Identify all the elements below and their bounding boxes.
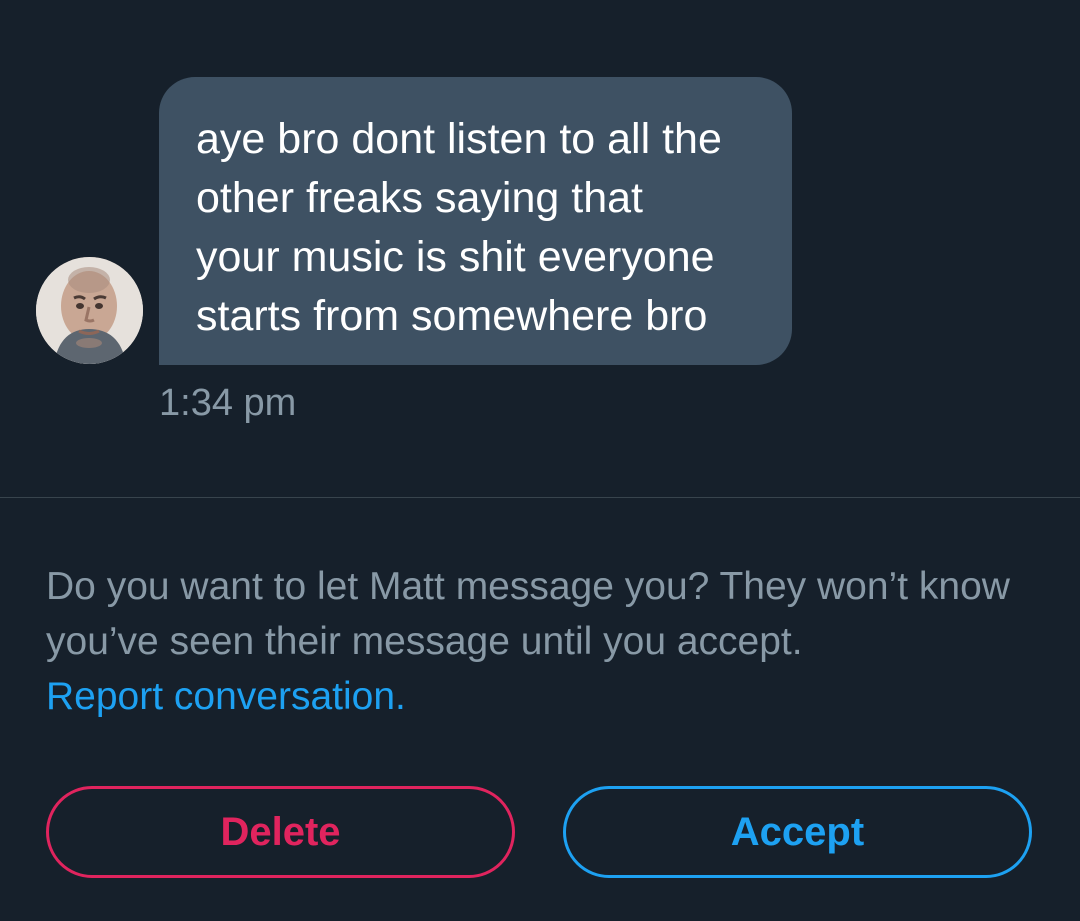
- message-timestamp: 1:34 pm: [159, 382, 297, 424]
- profile-photo-icon: [36, 257, 143, 364]
- conversation-thread: aye bro dont listen to all the other fre…: [0, 0, 1080, 497]
- message-bubble[interactable]: aye bro dont listen to all the other fre…: [159, 77, 792, 365]
- delete-button[interactable]: Delete: [46, 786, 515, 878]
- message-request-panel: Do you want to let Matt message you? The…: [0, 498, 1080, 921]
- sender-avatar[interactable]: [36, 257, 143, 364]
- report-conversation-link[interactable]: Report conversation.: [46, 675, 406, 718]
- message-request-description: Do you want to let Matt message you? The…: [46, 559, 1036, 724]
- accept-button[interactable]: Accept: [563, 786, 1032, 878]
- message-text: aye bro dont listen to all the other fre…: [196, 115, 722, 340]
- message-request-prompt: Do you want to let Matt message you? The…: [46, 565, 1010, 663]
